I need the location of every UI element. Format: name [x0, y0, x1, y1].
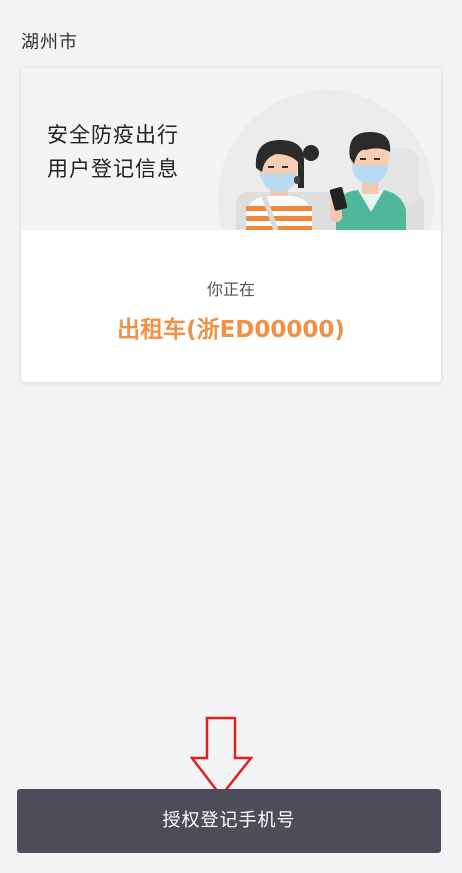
banner-headline: 安全防疫出行 用户登记信息	[47, 118, 179, 186]
headline-line-2: 用户登记信息	[47, 157, 179, 181]
status-label: 你正在	[206, 280, 255, 299]
authorize-phone-button[interactable]: 授权登记手机号	[17, 789, 441, 853]
city-label: 湖州市	[21, 32, 78, 53]
headline-line-1: 安全防疫出行	[47, 123, 179, 147]
registration-card: 安全防疫出行 用户登记信息 你正在 出租车(浙ED00000)	[21, 68, 441, 382]
down-arrow-icon	[190, 716, 254, 798]
masked-passengers-illustration	[218, 90, 434, 230]
card-banner: 安全防疫出行 用户登记信息	[21, 68, 441, 230]
vehicle-plate: 出租车(浙ED00000)	[117, 317, 345, 343]
